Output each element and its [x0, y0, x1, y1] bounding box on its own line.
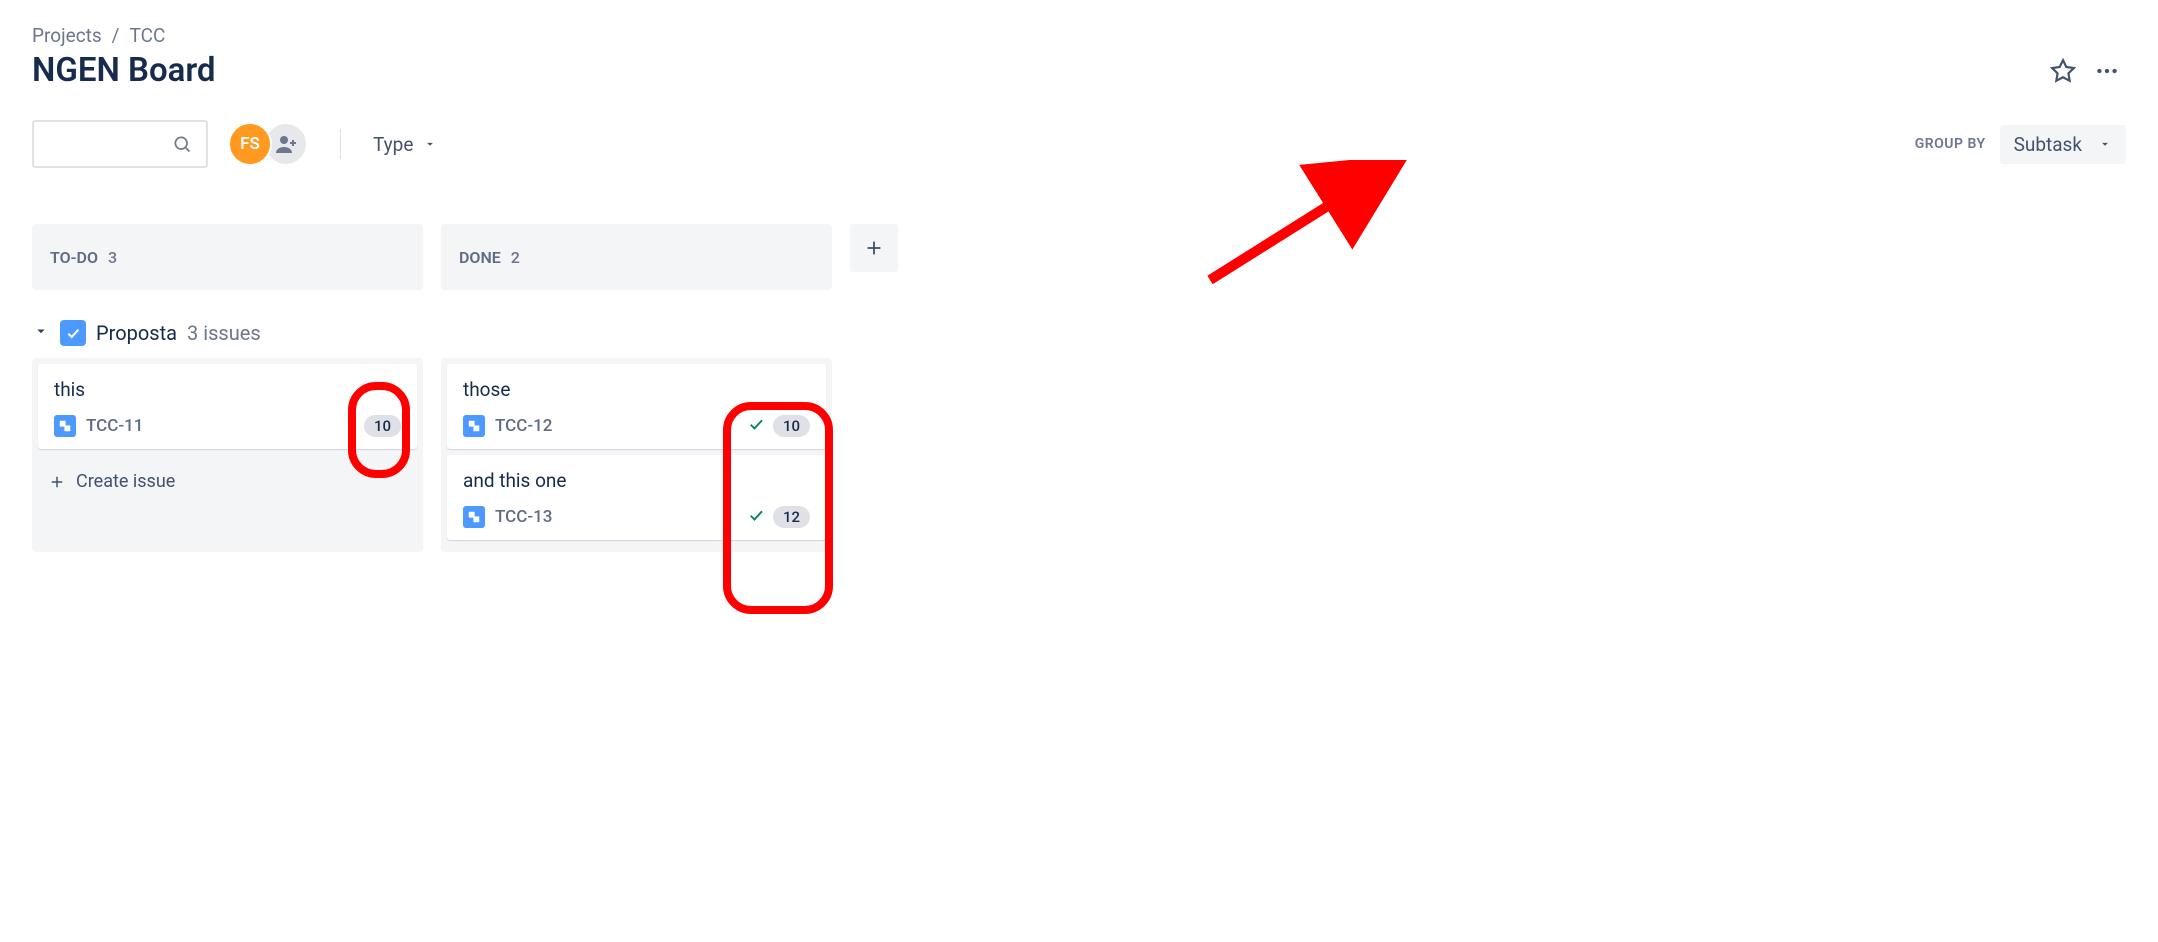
subtask-icon: [54, 415, 76, 437]
breadcrumb-separator: /: [112, 24, 120, 47]
search-input[interactable]: [32, 120, 208, 168]
swimlane-header[interactable]: Proposta 3 issues: [32, 320, 2126, 346]
chevron-down-icon: [423, 137, 437, 151]
issue-key: TCC-13: [495, 507, 552, 527]
avatar-user[interactable]: FS: [228, 122, 272, 166]
type-filter[interactable]: Type: [373, 133, 437, 156]
check-icon: [747, 506, 765, 528]
create-issue-button[interactable]: Create issue: [38, 455, 417, 500]
plus-icon: [48, 473, 66, 491]
search-icon: [172, 134, 192, 154]
issue-card[interactable]: this TCC-11 10: [38, 364, 417, 449]
column-name: TO-DO: [50, 248, 98, 267]
card-title: those: [463, 378, 810, 401]
issue-key: TCC-11: [86, 416, 143, 436]
swimlane-issue-count: 3 issues: [187, 321, 261, 345]
check-icon: [747, 415, 765, 437]
column-name: DONE: [459, 248, 501, 267]
groupby-label: GROUP BY: [1915, 136, 1986, 152]
column-count: 3: [108, 248, 117, 267]
chevron-down-icon[interactable]: [32, 321, 50, 345]
chevron-down-icon: [2098, 137, 2112, 151]
groupby-value: Subtask: [2014, 133, 2082, 156]
add-column-button[interactable]: [850, 224, 898, 272]
issue-key: TCC-12: [495, 416, 552, 436]
lane-column-done: those TCC-12 10 and this one: [441, 358, 832, 552]
issue-card[interactable]: and this one TCC-13 12: [447, 455, 826, 540]
more-icon[interactable]: [2094, 58, 2120, 84]
card-title: and this one: [463, 469, 810, 492]
estimate-badge: 10: [773, 415, 810, 437]
lane-column-todo: this TCC-11 10 Create issue: [32, 358, 423, 552]
subtask-icon: [463, 415, 485, 437]
breadcrumb-projects-link[interactable]: Projects: [32, 24, 102, 47]
plus-icon: [863, 237, 885, 259]
issue-card[interactable]: those TCC-12 10: [447, 364, 826, 449]
estimate-badge: 10: [364, 415, 401, 437]
column-count: 2: [511, 248, 520, 267]
estimate-badge: 12: [773, 506, 810, 528]
subtask-icon: [463, 506, 485, 528]
task-icon: [60, 320, 86, 346]
person-plus-icon: [274, 132, 298, 156]
type-filter-label: Type: [373, 133, 413, 156]
column-header-done[interactable]: DONE 2: [441, 224, 832, 290]
star-icon[interactable]: [2050, 58, 2076, 84]
separator: [340, 129, 341, 159]
card-title: this: [54, 378, 401, 401]
breadcrumb: Projects / TCC: [32, 24, 2126, 47]
column-header-todo[interactable]: TO-DO 3: [32, 224, 423, 290]
swimlane-title[interactable]: Proposta: [96, 321, 177, 345]
board-title: NGEN Board: [32, 51, 216, 90]
groupby-select[interactable]: Subtask: [2000, 125, 2126, 164]
breadcrumb-project-link[interactable]: TCC: [130, 24, 166, 47]
create-issue-label: Create issue: [76, 471, 175, 492]
